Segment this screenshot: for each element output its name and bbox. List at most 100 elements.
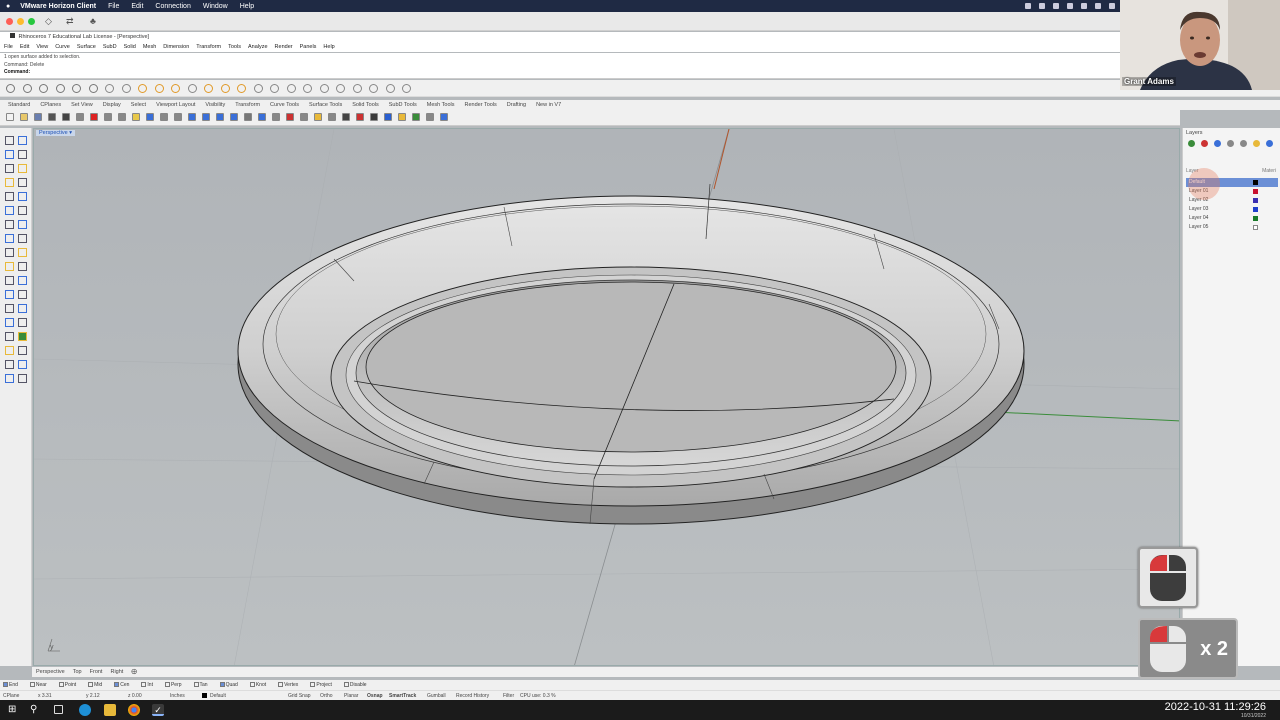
osnap-tan[interactable]: Tan (193, 682, 214, 688)
standard-tool-icon[interactable] (314, 113, 322, 121)
tool-icon[interactable] (138, 84, 147, 93)
osnap-mid[interactable]: Mid (88, 682, 108, 688)
menu-analyze[interactable]: Analyze (248, 44, 268, 50)
tool-icon[interactable] (39, 84, 48, 93)
search-icon[interactable]: ⚲ (30, 704, 42, 716)
drawing-tool-icon[interactable] (5, 304, 14, 313)
mac-menu-file[interactable]: File (108, 3, 119, 10)
app-menu-name[interactable]: VMware Horizon Client (20, 3, 96, 10)
drawing-tool-icon[interactable] (18, 206, 27, 215)
layer-color-swatch[interactable] (1253, 180, 1258, 185)
tray-icon[interactable] (1025, 3, 1031, 9)
viewport-title-tab[interactable]: Perspective ▾ (36, 130, 76, 136)
tool-icon[interactable] (187, 84, 197, 93)
tab-standard[interactable]: Standard (8, 102, 30, 108)
layer-tool-icon[interactable] (1227, 140, 1234, 147)
drawing-tool-icon[interactable] (5, 192, 14, 201)
standard-tool-icon[interactable] (76, 113, 84, 121)
standard-tool-icon[interactable] (356, 113, 364, 121)
chrome-icon[interactable] (128, 704, 140, 716)
menu-surface[interactable]: Surface (77, 44, 96, 50)
standard-tool-icon[interactable] (34, 113, 42, 121)
tool-icon[interactable] (220, 84, 230, 93)
mac-menu-connection[interactable]: Connection (155, 3, 190, 10)
standard-tool-icon[interactable] (398, 113, 406, 121)
menu-curve[interactable]: Curve (55, 44, 70, 50)
tab-solid-tools[interactable]: Solid Tools (352, 102, 379, 108)
apple-icon[interactable]: ● (6, 3, 10, 10)
checkbox-icon[interactable] (29, 682, 35, 688)
drawing-tool-icon[interactable] (18, 304, 27, 313)
tray-icon[interactable] (1039, 3, 1045, 9)
tab-viewport-layout[interactable]: Viewport Layout (156, 102, 195, 108)
layer-tool-icon[interactable] (1188, 140, 1195, 147)
checkbox-icon[interactable] (343, 682, 349, 688)
minimize-window-button[interactable] (17, 18, 24, 25)
tab-display[interactable]: Display (103, 102, 121, 108)
menu-subd[interactable]: SubD (103, 44, 117, 50)
edge-icon[interactable] (79, 704, 91, 716)
drawing-tool-icon[interactable] (18, 178, 27, 187)
checkbox-icon[interactable] (114, 682, 120, 688)
standard-tool-icon[interactable] (216, 113, 224, 121)
standard-tool-icon[interactable] (160, 113, 168, 121)
checkbox-icon[interactable] (310, 682, 316, 688)
mac-menu-window[interactable]: Window (203, 3, 228, 10)
current-layer[interactable]: Default (210, 693, 226, 699)
osnap-end[interactable]: End (3, 682, 24, 688)
drawing-tool-icon[interactable] (5, 136, 14, 145)
drawing-tool-icon[interactable] (18, 262, 27, 271)
tool-icon[interactable] (270, 84, 279, 93)
standard-tool-icon[interactable] (104, 113, 112, 121)
shield-icon[interactable]: ◇ (45, 16, 52, 27)
tab-transform[interactable]: Transform (235, 102, 260, 108)
drawing-tool-icon[interactable] (5, 178, 14, 187)
drawing-tool-icon[interactable] (5, 318, 14, 327)
drawing-tool-icon[interactable] (5, 262, 14, 271)
standard-tool-icon[interactable] (258, 113, 266, 121)
osnap-toggle[interactable]: Osnap (367, 693, 383, 699)
clock[interactable]: 2022-10-31 11:29:26 10/31/2022 (1165, 701, 1266, 719)
layer-row-03[interactable]: Layer 03 (1186, 205, 1278, 214)
osnap-knot[interactable]: Knot (249, 682, 272, 688)
layer-color-swatch[interactable] (1253, 198, 1258, 203)
standard-tool-icon[interactable] (300, 113, 308, 121)
tab-mesh-tools[interactable]: Mesh Tools (427, 102, 455, 108)
tab-surface-tools[interactable]: Surface Tools (309, 102, 342, 108)
drawing-tool-icon[interactable] (5, 360, 14, 369)
menu-mesh[interactable]: Mesh (143, 44, 156, 50)
standard-tool-icon[interactable] (62, 113, 70, 121)
checkbox-icon[interactable] (3, 682, 8, 688)
tab-cplanes[interactable]: CPlanes (40, 102, 61, 108)
standard-tool-icon[interactable] (202, 113, 210, 121)
close-window-button[interactable] (6, 18, 13, 25)
osnap-cen[interactable]: Cen (114, 682, 135, 688)
menu-transform[interactable]: Transform (196, 44, 221, 50)
standard-tool-icon[interactable] (412, 113, 420, 121)
drawing-tool-icon[interactable] (18, 346, 27, 355)
task-view-icon[interactable] (54, 705, 63, 714)
drawing-tool-icon[interactable] (18, 374, 27, 383)
tab-curve-tools[interactable]: Curve Tools (270, 102, 299, 108)
drawing-tool-icon[interactable] (18, 192, 27, 201)
view-tab-top[interactable]: Top (73, 669, 82, 675)
drawing-tool-icon[interactable] (18, 220, 27, 229)
checkbox-icon[interactable] (278, 682, 284, 688)
drawing-tool-icon[interactable] (18, 360, 27, 369)
zoom-window-button[interactable] (28, 18, 35, 25)
share-icon[interactable]: ♣ (90, 16, 96, 26)
tool-icon[interactable] (319, 84, 329, 93)
menu-file[interactable]: File (4, 44, 13, 50)
drawing-tool-icon[interactable] (18, 136, 27, 145)
standard-tool-icon[interactable] (6, 113, 14, 121)
osnap-disable[interactable]: Disable (343, 682, 373, 688)
drawing-tool-icon[interactable] (18, 150, 27, 159)
checkbox-icon[interactable] (58, 682, 64, 688)
layer-tool-icon[interactable] (1214, 140, 1221, 147)
tool-icon[interactable] (171, 84, 180, 93)
tray-icon[interactable] (1081, 3, 1087, 9)
drawing-tool-icon[interactable] (5, 248, 14, 257)
tool-icon[interactable] (105, 84, 114, 93)
checkbox-icon[interactable] (88, 682, 94, 688)
standard-tool-icon[interactable] (146, 113, 154, 121)
